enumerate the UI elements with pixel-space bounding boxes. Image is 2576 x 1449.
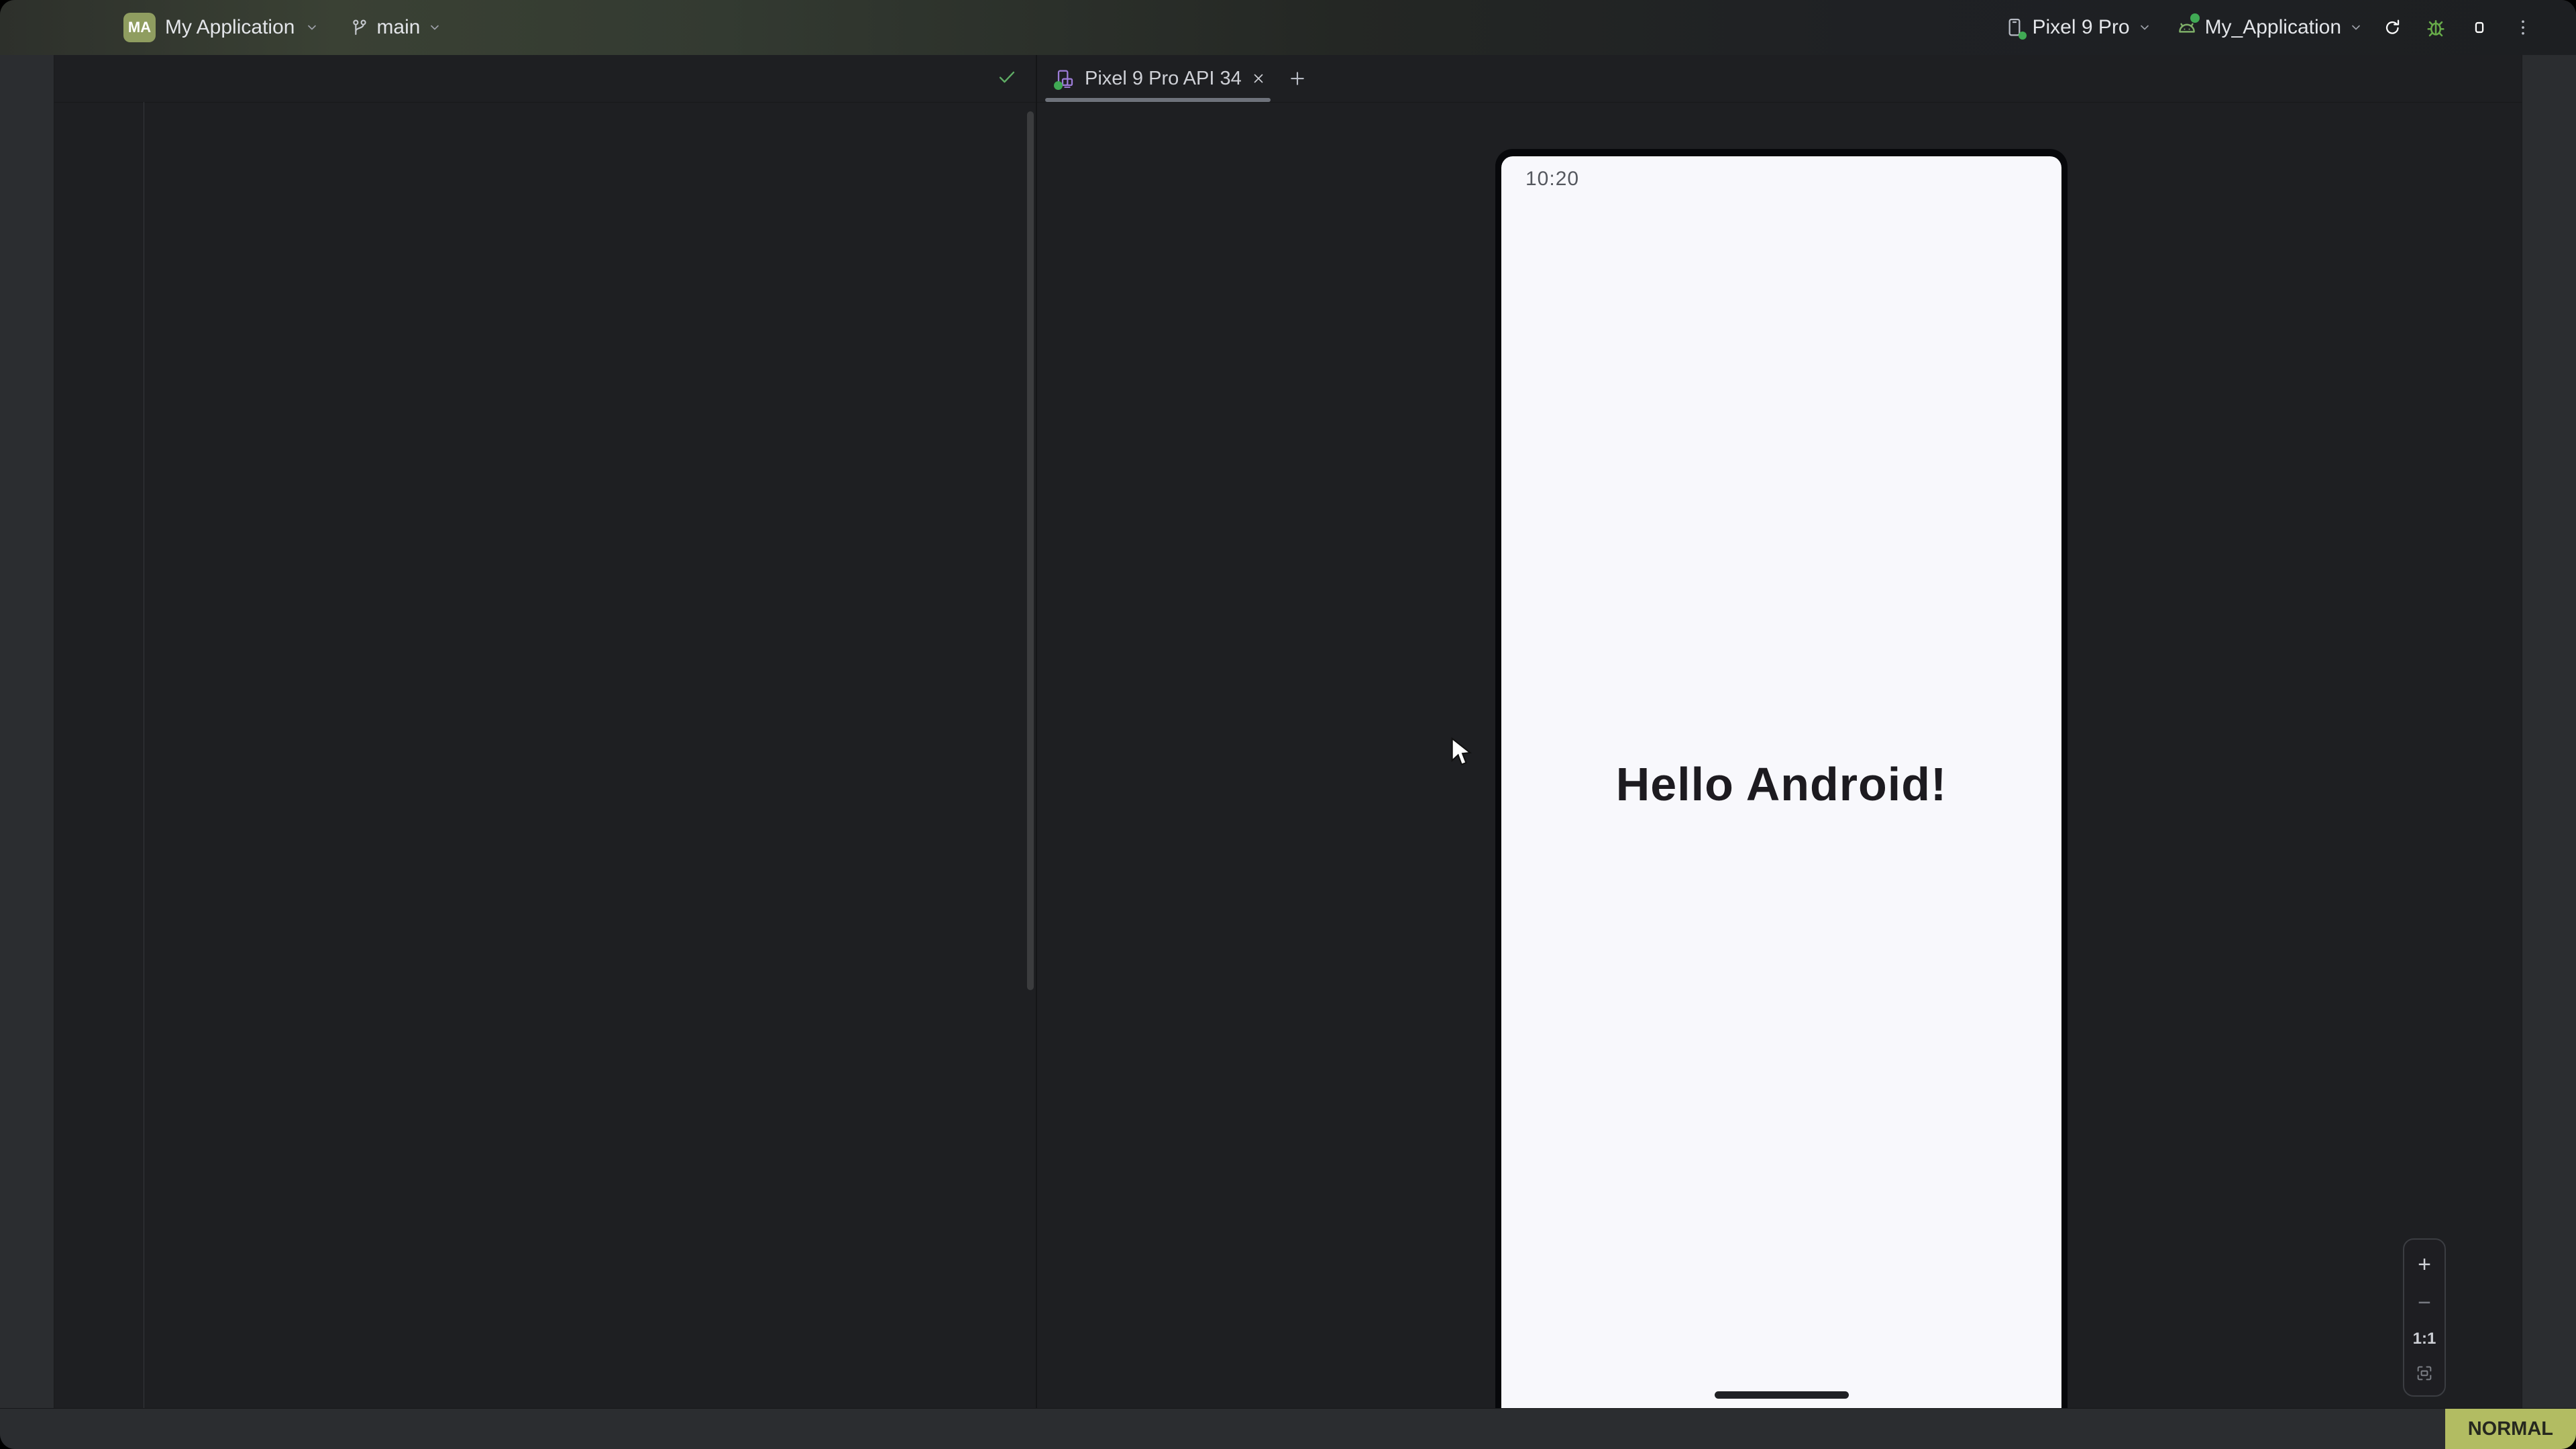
vcs-branch-widget[interactable]: main <box>350 16 443 39</box>
gesture-navigation-bar[interactable] <box>1715 1391 1849 1399</box>
inspections-ok-icon[interactable] <box>996 66 1018 89</box>
zoom-in-button[interactable]: + <box>2418 1253 2431 1276</box>
device-tab-bar: Pixel 9 Pro API 34 <box>1037 55 2522 103</box>
run-configuration-selector[interactable]: My_Application <box>2176 16 2364 39</box>
status-time: 10:20 <box>1525 168 1579 191</box>
add-device-button[interactable] <box>1281 62 1313 95</box>
status-bar: NORMAL <box>0 1408 2576 1449</box>
device-tab-icon <box>1055 68 1076 89</box>
left-tool-stripe <box>0 55 54 1409</box>
android-studio-window: MA My Application main Pixel 9 Pro My_Ap… <box>0 0 2576 1449</box>
zoom-out-button[interactable]: − <box>2418 1291 2431 1314</box>
maximize-window-button[interactable] <box>67 19 85 36</box>
chevron-down-icon <box>427 19 443 36</box>
zoom-controls: + − 1:1 <box>2403 1238 2446 1397</box>
run-more-menu-button[interactable] <box>2508 12 2538 43</box>
rerun-icon <box>2381 17 2403 38</box>
android-head-icon <box>2176 16 2198 39</box>
mouse-cursor <box>1449 737 1477 771</box>
kebab-icon <box>2513 17 2533 38</box>
chevron-down-icon <box>2137 19 2153 36</box>
macos-traffic-lights <box>13 19 85 36</box>
device-selector-label: Pixel 9 Pro <box>2032 16 2129 39</box>
editor-pane <box>54 55 1036 1409</box>
minimize-window-button[interactable] <box>40 19 58 36</box>
device-phone-icon <box>2004 17 2025 38</box>
running-devices-panel: Pixel 9 Pro API 34 10:20 Hello Android! … <box>1036 55 2522 1409</box>
android-status-bar: 10:20 <box>1501 156 2061 198</box>
editor-tab-bar <box>54 55 1036 103</box>
close-window-button[interactable] <box>13 19 31 36</box>
project-widget[interactable]: MA My Application <box>123 13 320 42</box>
stop-icon <box>2469 17 2490 38</box>
debug-button[interactable] <box>2420 12 2451 43</box>
device-toolbar <box>1037 103 2522 156</box>
title-bar: MA My Application main Pixel 9 Pro My_Ap… <box>0 0 2576 55</box>
bug-icon <box>2424 15 2448 40</box>
project-name: My Application <box>165 16 294 39</box>
project-badge: MA <box>123 13 156 42</box>
chevron-down-icon <box>304 19 320 36</box>
hello-android-text: Hello Android! <box>1501 757 2061 811</box>
right-tool-stripe <box>2522 55 2576 1409</box>
branch-name: main <box>376 16 420 39</box>
branch-icon <box>350 17 370 38</box>
vim-mode-badge[interactable]: NORMAL <box>2445 1409 2576 1449</box>
editor-scrollbar[interactable] <box>1027 111 1034 990</box>
rerun-button[interactable] <box>2373 9 2411 46</box>
device-selector[interactable]: Pixel 9 Pro <box>2004 16 2152 39</box>
zoom-actual-size-button[interactable]: 1:1 <box>2413 1330 2436 1348</box>
stop-button[interactable] <box>2461 9 2498 46</box>
device-tab[interactable]: Pixel 9 Pro API 34 <box>1049 68 1272 90</box>
code-editor[interactable] <box>54 102 1036 1409</box>
plus-icon <box>1287 68 1307 89</box>
emulator-screen[interactable]: 10:20 Hello Android! <box>1501 156 2061 1409</box>
chevron-down-icon <box>2348 19 2364 36</box>
run-configuration-label: My_Application <box>2205 16 2341 39</box>
close-icon[interactable] <box>1250 70 1267 87</box>
emulator-phone-frame: 10:20 Hello Android! <box>1495 149 2068 1409</box>
zoom-to-fit-button[interactable] <box>2415 1364 2434 1383</box>
device-tab-label: Pixel 9 Pro API 34 <box>1085 68 1242 90</box>
